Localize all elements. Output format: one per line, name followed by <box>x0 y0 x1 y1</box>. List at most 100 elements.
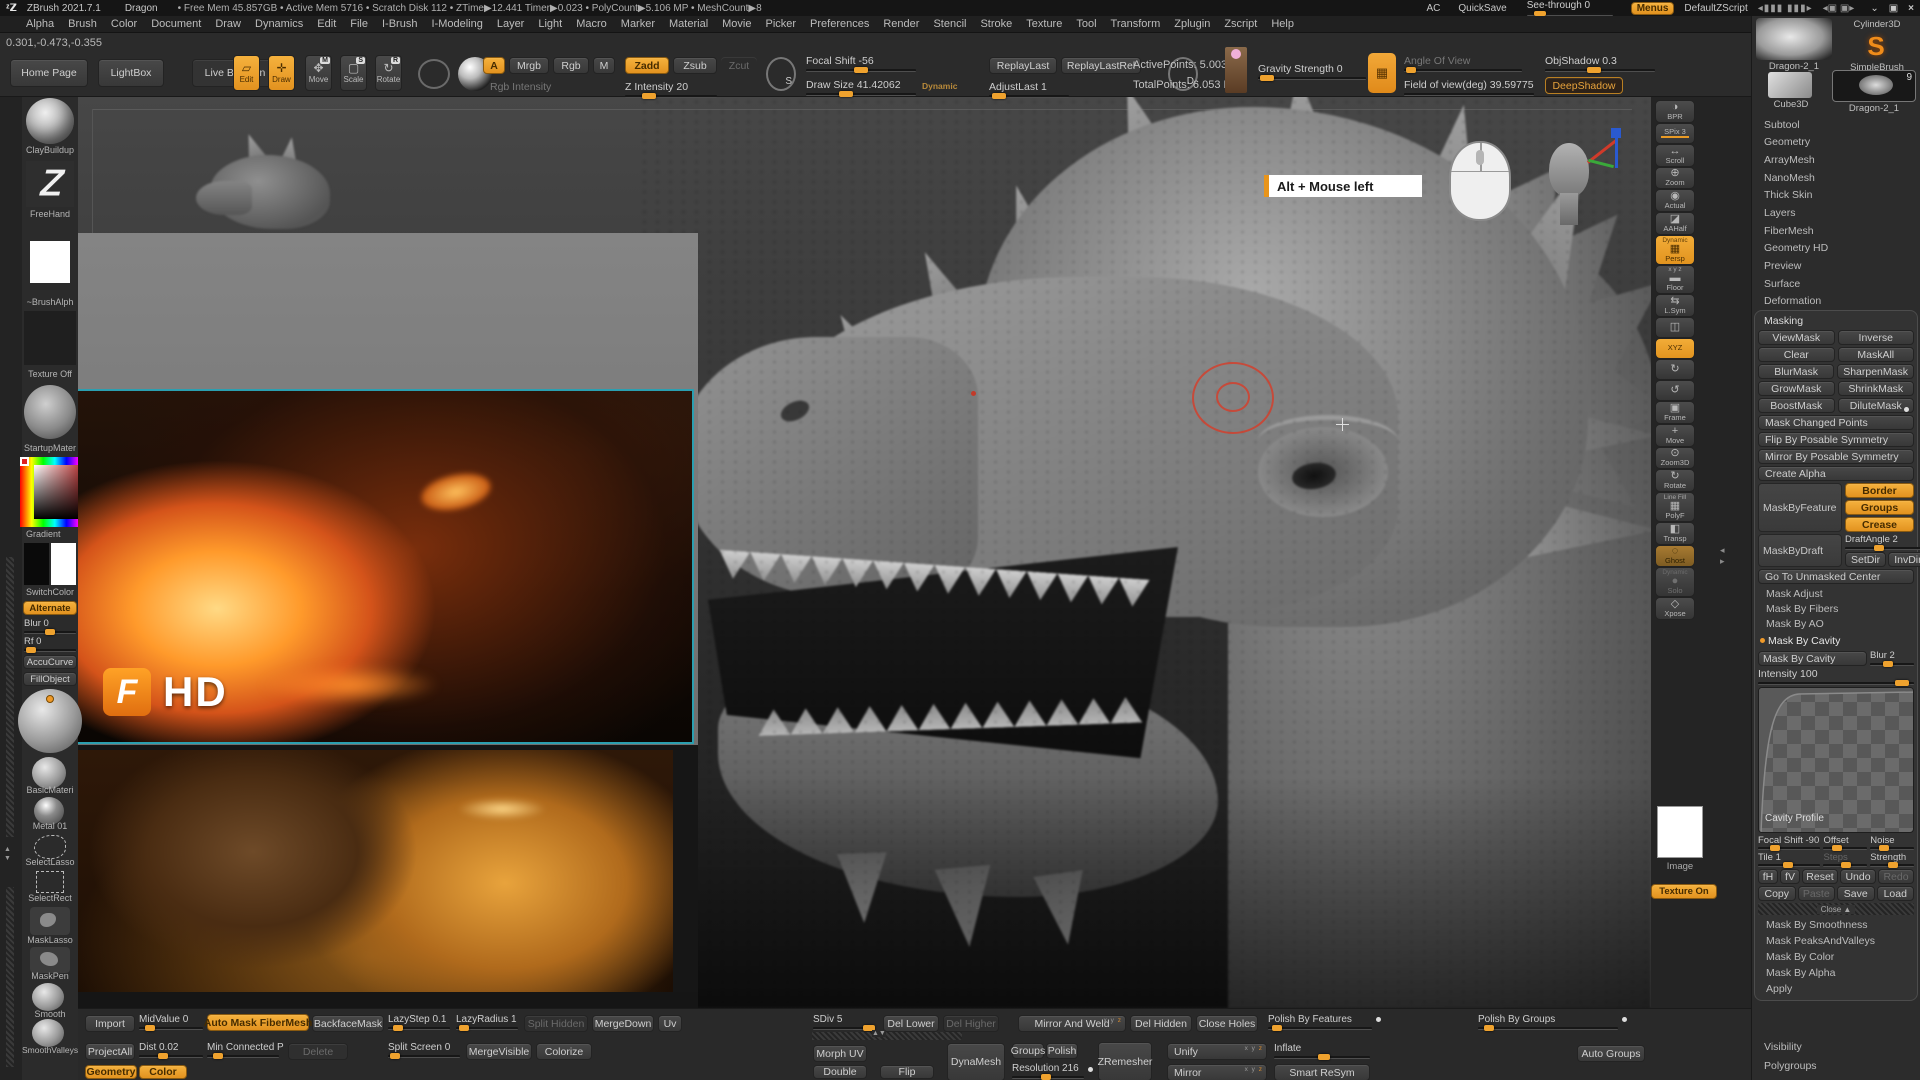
viewport-control-button[interactable]: ⊕ Zoom <box>1655 167 1695 190</box>
mask-by-cavity-button[interactable]: Mask By Cavity <box>1758 651 1867 666</box>
viewport-control-button[interactable]: ◑ BPR <box>1655 100 1695 123</box>
menu-item[interactable]: Document <box>151 18 201 30</box>
go-to-unmasked-center-button[interactable]: Go To Unmasked Center <box>1758 569 1914 584</box>
lightbox-button[interactable]: LightBox <box>98 59 164 87</box>
quicksave-button[interactable]: QuickSave <box>1458 3 1506 14</box>
color-tab-button[interactable]: Color <box>139 1065 187 1079</box>
del-hidden-button[interactable]: Del Hidden <box>1130 1015 1192 1032</box>
draw-size-slider[interactable]: Draw Size 41.42062 <box>806 79 916 96</box>
viewport-control-button[interactable]: ◪ AAHalf <box>1655 212 1695 235</box>
masking-subsection-header[interactable]: Mask By Alpha <box>1758 965 1914 981</box>
projectall-button[interactable]: ProjectAll <box>85 1043 135 1060</box>
menu-item[interactable]: Macro <box>576 18 607 30</box>
polish-by-groups-slider[interactable]: Polish By Groups <box>1478 1014 1618 1030</box>
masking-subsection-header[interactable]: Apply <box>1758 981 1914 997</box>
cavity-slider[interactable]: Strength <box>1870 852 1914 867</box>
rf-slider[interactable]: Rf 0 <box>24 636 76 652</box>
texture-on-button[interactable]: Texture On <box>1651 884 1717 899</box>
viewport-control-button[interactable]: ↻ <box>1655 359 1695 380</box>
groups-button[interactable]: Groups <box>1012 1043 1044 1059</box>
viewport-control-button[interactable]: Line Fill ▦ PolyF <box>1655 492 1695 522</box>
cavity-slider[interactable]: Offset <box>1823 835 1867 850</box>
menu-item[interactable]: Color <box>111 18 137 30</box>
fillobject-button[interactable]: FillObject <box>23 672 77 686</box>
cavity-action-button[interactable]: fV <box>1780 869 1800 884</box>
objshadow-slider[interactable]: ObjShadow 0.3 <box>1545 55 1655 72</box>
deepshadow-button[interactable]: DeepShadow <box>1545 77 1623 94</box>
masking-wide-button[interactable]: Mask Changed Points <box>1758 415 1914 430</box>
mirror-and-weld-button[interactable]: x y zMirror And Weld <box>1018 1015 1126 1032</box>
current-material-sphere[interactable] <box>18 689 82 753</box>
brush-claybuildup-thumb[interactable] <box>26 98 74 144</box>
rotate-button[interactable]: R↻Rotate <box>375 55 402 91</box>
dynamic-label[interactable]: Dynamic <box>922 81 957 91</box>
masking-button[interactable]: ViewMask <box>1758 330 1835 345</box>
menu-item[interactable]: Render <box>883 18 919 30</box>
cavity-slider[interactable]: Focal Shift -90 <box>1758 835 1820 850</box>
del-lower-button[interactable]: Del Lower <box>883 1015 939 1032</box>
cavity-action-button[interactable]: Redo <box>1878 869 1914 884</box>
home-page-button[interactable]: Home Page <box>10 59 88 87</box>
menu-item[interactable]: Preferences <box>810 18 869 30</box>
accucurve-button[interactable]: AccuCurve <box>23 655 77 669</box>
palette-section-header[interactable]: Deformation <box>1752 293 1920 310</box>
palette-section-header[interactable]: NanoMesh <box>1752 169 1920 186</box>
gutter-divider-arrows[interactable]: ▲▼ <box>4 845 11 863</box>
blur-slider[interactable]: Blur 0 <box>24 618 76 634</box>
palette-section-header[interactable]: Layers <box>1752 204 1920 221</box>
resolution-dot[interactable] <box>1088 1067 1093 1072</box>
menu-item[interactable]: Zplugin <box>1174 18 1210 30</box>
palette-section-header[interactable]: ArrayMesh <box>1752 151 1920 168</box>
menu-item[interactable]: File <box>350 18 368 30</box>
dist-slider[interactable]: Dist 0.02 <box>139 1042 203 1058</box>
masking-wide-button[interactable]: Flip By Posable Symmetry <box>1758 432 1914 447</box>
ac-button[interactable]: AC <box>1426 3 1440 14</box>
z-intensity-slider[interactable]: Z Intensity 20 <box>625 81 717 98</box>
viewport-control-button[interactable]: ↻ Rotate <box>1655 469 1695 492</box>
resolution-slider[interactable]: Resolution 216 <box>1012 1063 1084 1079</box>
cavity-action-button[interactable]: Undo <box>1840 869 1876 884</box>
mask-by-cavity-header[interactable]: Mask By Cavity <box>1758 633 1914 648</box>
viewport-control-button[interactable]: ◇ Xpose <box>1655 597 1695 620</box>
masking-button[interactable]: SharpenMask <box>1837 364 1914 379</box>
viewport-control-button[interactable]: ↺ <box>1655 380 1695 401</box>
mergevisible-button[interactable]: MergeVisible <box>466 1043 532 1060</box>
viewport-control-button[interactable]: ◫ <box>1655 317 1695 338</box>
masking-button[interactable]: DiluteMask <box>1838 398 1915 413</box>
menu-item[interactable]: Stroke <box>980 18 1012 30</box>
default-zscript-button[interactable]: DefaultZScript <box>1684 3 1747 14</box>
menu-item[interactable]: Alpha <box>26 18 54 30</box>
layout-icons[interactable]: ◂▣ ▣▸ <box>1823 3 1855 14</box>
select-rect-icon[interactable] <box>36 871 64 893</box>
see-through-slider[interactable]: See-through 0 <box>1527 0 1613 16</box>
masking-wide-button[interactable]: Create Alpha <box>1758 466 1914 481</box>
unify-button[interactable]: x y zUnify <box>1167 1043 1267 1060</box>
viewport-control-button[interactable]: ↔ Scroll <box>1655 144 1695 167</box>
palette-section-header[interactable]: Geometry <box>1752 134 1920 151</box>
viewport-control-button[interactable]: ◧ Transp <box>1655 522 1695 545</box>
feature-option-button[interactable]: Crease <box>1845 517 1914 532</box>
focal-shift-slider[interactable]: Focal Shift -56 <box>806 55 916 72</box>
sdiv-slider[interactable]: SDiv 5 <box>813 1014 875 1030</box>
viewport-control-button[interactable]: Dynamic ● Solo <box>1655 567 1695 597</box>
viewport-control-button[interactable]: ◉ Actual <box>1655 189 1695 212</box>
close-button[interactable]: × <box>1908 3 1914 14</box>
palette-section-header[interactable]: Surface <box>1752 275 1920 292</box>
rgb-button[interactable]: Rgb <box>553 57 589 74</box>
menu-item[interactable]: Picker <box>765 18 796 30</box>
timeline-icons[interactable]: ◂▮▮▮ ▮▮▮▸ <box>1758 3 1813 14</box>
move-button[interactable]: M✥Move <box>305 55 332 91</box>
close-holes-button[interactable]: Close Holes <box>1196 1015 1258 1032</box>
menu-item[interactable]: Light <box>538 18 562 30</box>
menu-item[interactable]: Movie <box>722 18 751 30</box>
brush-smoothvalleys-thumb[interactable] <box>32 1019 64 1047</box>
draw-button[interactable]: ✛Draw <box>268 55 295 91</box>
min-connected-slider[interactable]: Min Connected P <box>207 1042 279 1058</box>
cavity-action-button[interactable]: fH <box>1758 869 1778 884</box>
viewport-control-button[interactable]: SPix 3 <box>1655 123 1695 144</box>
feature-option-button[interactable]: Groups <box>1845 500 1914 515</box>
split-screen-slider[interactable]: Split Screen 0 <box>388 1042 460 1058</box>
midvalue-slider[interactable]: MidValue 0 <box>139 1014 203 1030</box>
mask-lasso-thumb[interactable] <box>30 907 70 935</box>
palette-section-header[interactable]: Preview <box>1752 258 1920 275</box>
